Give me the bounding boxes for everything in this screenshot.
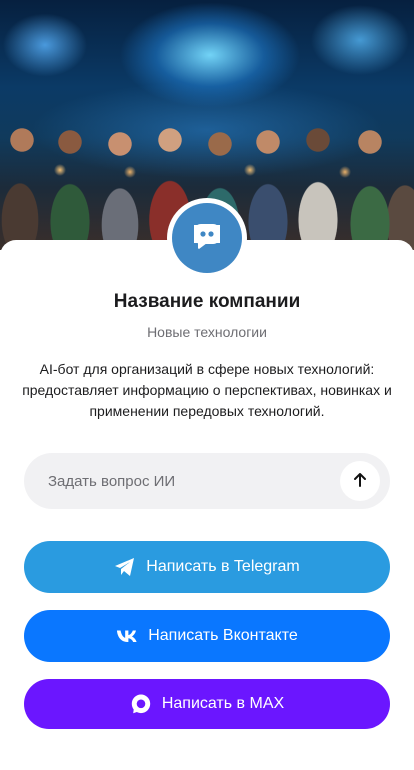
- write-vk-button[interactable]: Написать Вконтакте: [24, 610, 390, 662]
- ask-ai-input[interactable]: [48, 453, 348, 509]
- max-icon: [130, 693, 152, 715]
- page: Название компании Новые технологии AI-бо…: [0, 0, 414, 770]
- company-name: Название компании: [113, 291, 301, 312]
- ask-ai-field: [24, 453, 390, 509]
- write-vk-label: Написать Вконтакте: [148, 627, 298, 644]
- send-button[interactable]: [340, 461, 380, 501]
- chat-bubble-icon: [190, 221, 224, 256]
- company-description: AI-бот для организаций в сфере новых тех…: [22, 361, 392, 419]
- arrow-up-icon: [351, 471, 369, 492]
- avatar: [172, 203, 242, 273]
- write-telegram-label: Написать в Telegram: [146, 558, 300, 575]
- write-telegram-button[interactable]: Написать в Telegram: [24, 541, 390, 593]
- write-max-label: Написать в MAX: [161, 695, 285, 712]
- telegram-icon: [114, 556, 136, 578]
- write-max-button[interactable]: Написать в MAX: [24, 679, 390, 729]
- company-subtitle: Новые технологии: [147, 324, 267, 340]
- vk-icon: [116, 625, 138, 647]
